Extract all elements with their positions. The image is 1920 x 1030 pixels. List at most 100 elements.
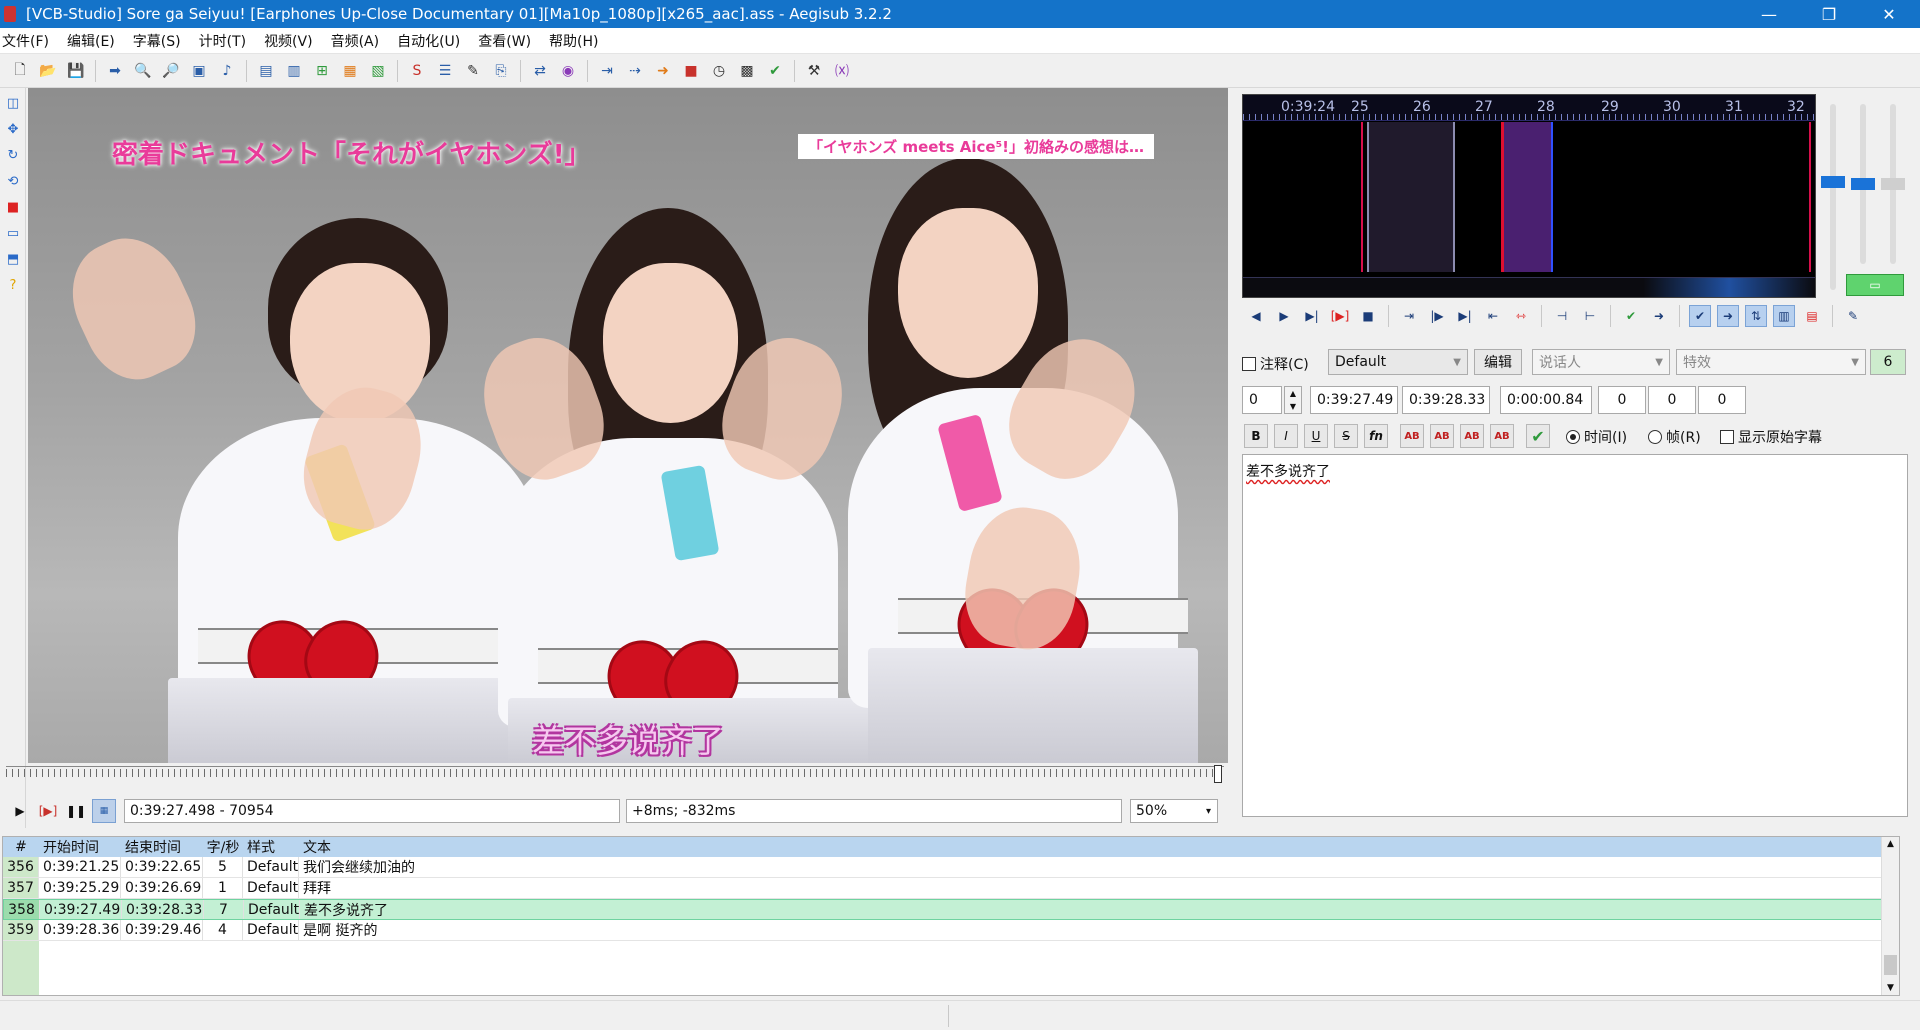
macro-icon[interactable]: ⒳ xyxy=(831,60,853,82)
find-replace-icon[interactable]: ⇄ xyxy=(529,60,551,82)
auto-next-icon[interactable]: ➜ xyxy=(1717,305,1739,327)
subtitle-text-editor[interactable]: 差不多说齐了 xyxy=(1242,454,1908,817)
audio-scrollbar[interactable] xyxy=(1243,277,1815,297)
margin-vertical-field[interactable]: 0 xyxy=(1698,386,1746,414)
menu-edit[interactable]: 编辑(E) xyxy=(58,31,124,51)
slider-knob[interactable] xyxy=(1821,176,1845,188)
start-time-field[interactable]: 0:39:27.49 xyxy=(1310,386,1398,414)
audio-waveform-display[interactable]: 0:39:24 25 26 27 28 29 30 31 32 xyxy=(1242,94,1816,298)
edit-style-button[interactable]: 编辑 xyxy=(1474,349,1522,375)
auto-commit-icon[interactable]: ✔ xyxy=(1689,305,1711,327)
menu-video[interactable]: 视频(V) xyxy=(255,31,322,51)
prev-line-icon[interactable]: ◀ xyxy=(1245,305,1267,327)
spectrum-mode-icon[interactable]: ▥ xyxy=(1773,305,1795,327)
column-header-cps[interactable]: 字/秒 xyxy=(203,837,243,857)
seek-thumb[interactable] xyxy=(1214,765,1222,783)
menu-view[interactable]: 查看(W) xyxy=(469,31,540,51)
play-line-icon[interactable]: [▶] xyxy=(36,799,60,823)
play-before-end-icon[interactable]: ▶| xyxy=(1454,305,1476,327)
table-row[interactable]: 357 0:39:25.29 0:39:26.69 1 Default 拜拜 xyxy=(3,878,1897,899)
script-info-icon[interactable]: ☰ xyxy=(434,60,456,82)
styles-manager-icon[interactable]: ▥ xyxy=(283,60,305,82)
fonts-collector-icon[interactable]: ▦ xyxy=(339,60,361,82)
open-file-icon[interactable]: 📂 xyxy=(37,60,59,82)
scroll-down-icon[interactable]: ▼ xyxy=(1882,983,1899,993)
new-file-icon[interactable]: 🗋 xyxy=(9,60,31,82)
shadow-color-button[interactable]: AB xyxy=(1490,424,1514,448)
open-video-icon[interactable]: ▣ xyxy=(188,60,210,82)
menu-automation[interactable]: 自动化(U) xyxy=(388,31,469,51)
properties-icon[interactable]: ▤ xyxy=(255,60,277,82)
column-header-start[interactable]: 开始时间 xyxy=(39,837,121,857)
column-header-end[interactable]: 结束时间 xyxy=(121,837,203,857)
menu-file[interactable]: 文件(F) xyxy=(0,31,58,51)
secondary-color-button[interactable]: AB xyxy=(1430,424,1454,448)
link-sliders-button[interactable]: ▭ xyxy=(1846,274,1904,296)
column-header-style[interactable]: 样式 xyxy=(243,837,299,857)
clock-icon[interactable]: ◷ xyxy=(708,60,730,82)
pause-icon[interactable]: ❚❚ xyxy=(64,799,88,823)
end-time-field[interactable]: 0:39:28.33 xyxy=(1402,386,1490,414)
save-file-icon[interactable]: 💾 xyxy=(65,60,87,82)
video-time-field[interactable]: 0:39:27.498 - 70954 xyxy=(124,799,620,823)
resample-icon[interactable]: ▧ xyxy=(367,60,389,82)
actor-select[interactable]: 说话人 ▼ xyxy=(1532,349,1670,375)
column-header-text[interactable]: 文本 xyxy=(299,837,1899,857)
scroll-thumb[interactable] xyxy=(1884,955,1897,975)
time-mode-radio[interactable]: 时间(I) xyxy=(1566,427,1627,447)
audio-zoom-slider[interactable] xyxy=(1821,104,1845,290)
slider-knob[interactable] xyxy=(1851,178,1875,190)
lead-in-icon[interactable]: ⊣ xyxy=(1551,305,1573,327)
margin-right-field[interactable]: 0 xyxy=(1648,386,1696,414)
play-icon[interactable]: ▶ xyxy=(8,799,32,823)
scroll-up-icon[interactable]: ▲ xyxy=(1882,839,1899,849)
vector-clip-tool-icon[interactable]: ⬒ xyxy=(3,248,23,270)
grid-scrollbar[interactable]: ▲ ▼ xyxy=(1881,837,1899,995)
shift-times-icon[interactable]: ⇥ xyxy=(596,60,618,82)
audio-options-icon[interactable]: ✎ xyxy=(1842,305,1864,327)
comment-checkbox-row[interactable]: 注释(C) xyxy=(1242,354,1309,374)
menu-timing[interactable]: 计时(T) xyxy=(190,31,255,51)
time-radio-dot[interactable] xyxy=(1566,430,1580,444)
menu-help[interactable]: 帮助(H) xyxy=(540,31,607,51)
commit-line-icon[interactable]: ✔ xyxy=(1526,424,1550,448)
drag-tool-icon[interactable]: ✥ xyxy=(3,118,23,140)
resolution-icon[interactable]: ▩ xyxy=(736,60,758,82)
zoom-in-icon[interactable]: 🔍 xyxy=(132,60,154,82)
comment-checkbox[interactable] xyxy=(1242,357,1256,371)
styling-assistant-icon[interactable]: ◉ xyxy=(557,60,579,82)
frame-mode-radio[interactable]: 帧(R) xyxy=(1648,427,1701,447)
show-original-checkbox-row[interactable]: 显示原始字幕 xyxy=(1720,427,1822,447)
next-line-icon[interactable]: ▶ xyxy=(1273,305,1295,327)
automation-icon[interactable]: S xyxy=(406,60,428,82)
restore-button[interactable]: ❐ xyxy=(1800,0,1858,28)
column-header-number[interactable]: # xyxy=(3,837,39,857)
audio-volume-slider[interactable] xyxy=(1851,104,1875,264)
play-to-end-icon[interactable]: ⇿ xyxy=(1510,305,1532,327)
subtitle-grid[interactable]: # 开始时间 结束时间 字/秒 样式 文本 356 0:39:21.25 0:3… xyxy=(2,836,1900,996)
spin-up-icon[interactable]: ▲ xyxy=(1290,389,1296,398)
play-after-start-icon[interactable]: |▶ xyxy=(1426,305,1448,327)
timing-postprocess-icon[interactable]: ⇢ xyxy=(624,60,646,82)
play-selection-icon[interactable]: ▶| xyxy=(1301,305,1323,327)
layer-spinner[interactable]: ▲ ▼ xyxy=(1284,386,1302,414)
table-row[interactable]: 359 0:39:28.36 0:39:29.46 4 Default 是啊 挺… xyxy=(3,920,1897,941)
zoom-out-icon[interactable]: 🔎 xyxy=(160,60,182,82)
menu-subtitle[interactable]: 字幕(S) xyxy=(124,31,190,51)
frame-radio-dot[interactable] xyxy=(1648,430,1662,444)
karaoke-mode-icon[interactable]: ▤ xyxy=(1801,305,1823,327)
layer-field[interactable]: 0 xyxy=(1242,386,1282,414)
scale-tool-icon[interactable]: ■ xyxy=(3,196,23,218)
video-seek-bar[interactable] xyxy=(6,765,1224,783)
margin-left-field[interactable]: 0 xyxy=(1598,386,1646,414)
slider-knob[interactable] xyxy=(1881,178,1905,190)
kanji-timer-icon[interactable]: ➜ xyxy=(652,60,674,82)
underline-button[interactable]: U xyxy=(1304,424,1328,448)
bold-button[interactable]: B xyxy=(1244,424,1268,448)
minimize-button[interactable]: — xyxy=(1740,0,1798,28)
table-row[interactable]: 356 0:39:21.25 0:39:22.65 5 Default 我们会继… xyxy=(3,857,1897,878)
close-button[interactable]: ✕ xyxy=(1860,0,1918,28)
auto-scroll-audio-icon[interactable]: ⇅ xyxy=(1745,305,1767,327)
font-button[interactable]: fn xyxy=(1364,424,1388,448)
standard-tool-icon[interactable]: ◫ xyxy=(3,92,23,114)
